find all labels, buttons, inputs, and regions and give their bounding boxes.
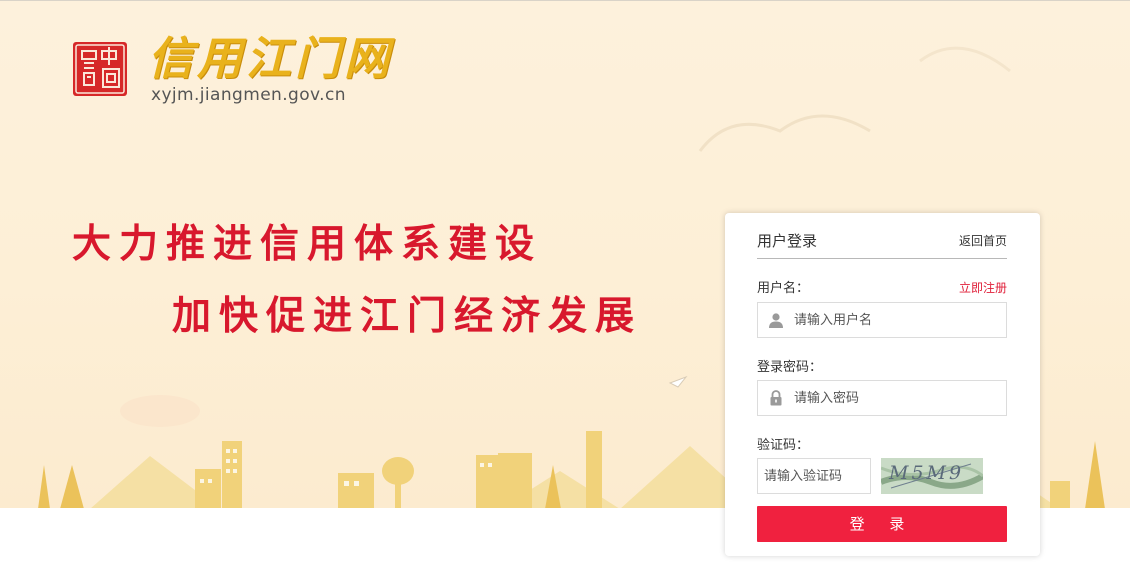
captcha-field-box <box>757 458 871 494</box>
username-input[interactable] <box>794 303 999 337</box>
panel-divider <box>757 258 1007 259</box>
password-input[interactable] <box>794 381 999 415</box>
captcha-label: 验证码： <box>757 438 810 453</box>
user-icon <box>769 313 783 328</box>
lock-icon <box>770 390 782 406</box>
login-title: 用户登录 <box>757 232 818 250</box>
username-label: 用户名： <box>757 281 810 296</box>
captcha-text: M5M9 <box>888 462 964 484</box>
login-panel: 用户登录 返回首页 用户名： 立即注册 登录密码： 验证码： M5M9 登 录 <box>725 213 1040 556</box>
captcha-input[interactable] <box>764 459 868 493</box>
captcha-image[interactable]: M5M9 <box>881 458 983 494</box>
password-label: 登录密码： <box>757 360 823 375</box>
login-button[interactable]: 登 录 <box>757 506 1007 542</box>
username-field-box <box>757 302 1007 338</box>
back-home-link[interactable]: 返回首页 <box>959 232 1007 249</box>
password-field-box <box>757 380 1007 416</box>
register-link[interactable]: 立即注册 <box>959 279 1007 296</box>
